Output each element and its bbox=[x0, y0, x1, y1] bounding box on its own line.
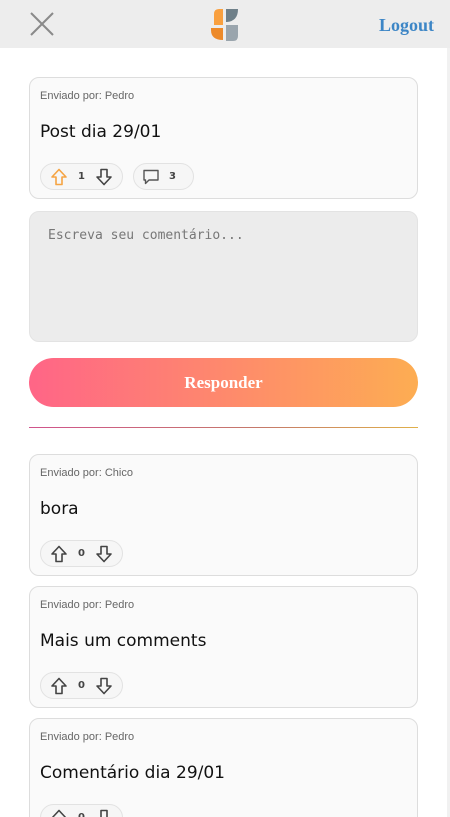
comment-text: bora bbox=[40, 499, 79, 519]
arrow-down-icon bbox=[96, 677, 112, 694]
downvote-button[interactable] bbox=[94, 544, 114, 564]
vote-control: 0 bbox=[40, 540, 123, 567]
divider bbox=[29, 427, 418, 428]
logout-button[interactable]: Logout bbox=[379, 15, 434, 36]
comment-input[interactable] bbox=[29, 211, 418, 342]
vote-count: 0 bbox=[78, 548, 85, 559]
close-icon bbox=[30, 12, 54, 36]
vote-count: 0 bbox=[78, 812, 85, 817]
comments-count-button[interactable]: 3 bbox=[132, 163, 194, 190]
comment-actions: 0 bbox=[40, 804, 407, 817]
arrow-up-icon bbox=[51, 809, 67, 817]
upvote-button[interactable] bbox=[49, 808, 69, 817]
upvote-button[interactable] bbox=[49, 167, 69, 187]
downvote-button[interactable] bbox=[94, 808, 114, 817]
post-text: Post dia 29/01 bbox=[40, 122, 162, 142]
vote-count: 1 bbox=[78, 171, 85, 182]
post-thread: Enviado por: Pedro Post dia 29/01 1 3 Es… bbox=[29, 77, 418, 817]
arrow-down-icon bbox=[96, 809, 112, 817]
comment-author: Enviado por: Pedro bbox=[40, 599, 135, 611]
comment-text: Comentário dia 29/01 bbox=[40, 763, 225, 783]
downvote-button[interactable] bbox=[94, 167, 114, 187]
comment-card: Enviado por: Chico bora 0 bbox=[29, 454, 418, 576]
reply-button[interactable]: Responder bbox=[29, 358, 418, 407]
vote-control: 0 bbox=[40, 804, 123, 817]
upvote-button[interactable] bbox=[49, 676, 69, 696]
top-bar: Logout bbox=[0, 0, 450, 48]
upvote-button[interactable] bbox=[49, 544, 69, 564]
post-author: Enviado por: Pedro bbox=[40, 90, 135, 102]
arrow-down-icon bbox=[96, 168, 112, 185]
comment-actions: 0 bbox=[40, 672, 407, 699]
comment-bubble-icon bbox=[143, 169, 159, 184]
close-button[interactable] bbox=[28, 10, 56, 38]
comment-card: Enviado por: Pedro Comentário dia 29/01 … bbox=[29, 718, 418, 817]
vote-control: 0 bbox=[40, 672, 123, 699]
comment-actions: 0 bbox=[40, 540, 407, 567]
downvote-button[interactable] bbox=[94, 676, 114, 696]
post-actions: 1 3 bbox=[40, 163, 407, 190]
post-card: Enviado por: Pedro Post dia 29/01 1 3 bbox=[29, 77, 418, 199]
comment-author: Enviado por: Pedro bbox=[40, 731, 135, 743]
comment-count: 3 bbox=[168, 171, 176, 182]
vote-control: 1 bbox=[40, 163, 123, 190]
comment-card: Enviado por: Pedro Mais um comments 0 bbox=[29, 586, 418, 708]
comment-author: Enviado por: Chico bbox=[40, 467, 133, 479]
app-logo bbox=[211, 9, 238, 41]
comment-list: Enviado por: Chico bora 0 Enviado por: P… bbox=[29, 454, 418, 817]
comment-text: Mais um comments bbox=[40, 631, 207, 651]
arrow-up-icon bbox=[51, 677, 67, 694]
arrow-up-icon bbox=[51, 168, 67, 185]
vote-count: 0 bbox=[78, 680, 85, 691]
arrow-up-icon bbox=[51, 545, 67, 562]
arrow-down-icon bbox=[96, 545, 112, 562]
